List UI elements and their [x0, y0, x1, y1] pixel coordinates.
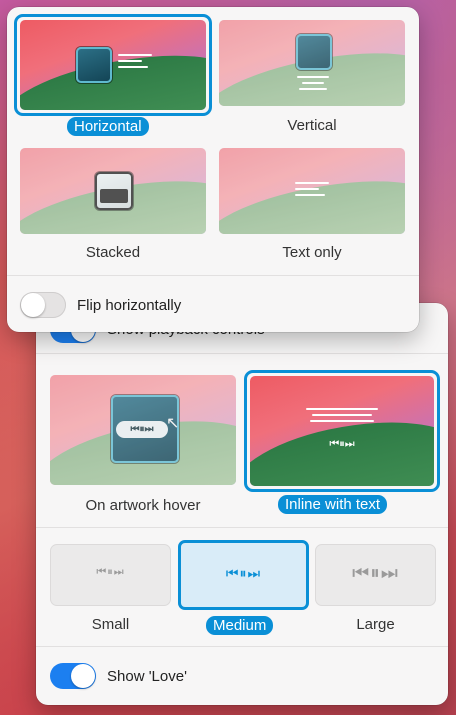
transport-small-icon: ⏮⏸⏭ — [96, 566, 125, 578]
artwork-thumbnail — [76, 47, 112, 83]
layout-vertical-option[interactable] — [219, 20, 405, 106]
stacked-bar-icon — [100, 189, 128, 203]
flip-horizontally-toggle[interactable] — [20, 292, 66, 318]
pointer-cursor-icon: ↖ — [166, 415, 180, 432]
playback-settings-panel: Show playback controls ⏮⏸⏭ ↖ On artwork … — [36, 303, 448, 705]
divider — [7, 275, 419, 276]
text-lines-icon — [306, 408, 378, 426]
size-medium-label: Medium — [206, 616, 274, 635]
size-large-label: Large — [356, 616, 395, 633]
layout-vertical-label: Vertical — [287, 117, 337, 134]
divider — [36, 646, 448, 647]
size-small-option[interactable]: ⏮⏸⏭ — [50, 544, 171, 606]
artwork-thumbnail — [95, 172, 133, 210]
size-small-label: Small — [91, 616, 130, 633]
inline-with-text-label: Inline with text — [278, 495, 388, 514]
on-artwork-hover-label: On artwork hover — [85, 497, 201, 514]
text-lines-icon — [295, 182, 331, 200]
divider — [36, 527, 448, 528]
show-love-toggle[interactable] — [50, 663, 96, 689]
size-large-option[interactable]: ⏮⏸⏭ — [315, 544, 436, 606]
layout-horizontal-label: Horizontal — [67, 117, 149, 136]
inline-with-text-option[interactable]: ⏮⏸⏭ — [250, 376, 434, 486]
flip-horizontally-label: Flip horizontally — [77, 297, 182, 314]
text-lines-icon — [118, 54, 154, 72]
toggle-knob — [21, 293, 45, 317]
wallpaper-hill — [50, 400, 236, 485]
artwork-thumbnail: ⏮⏸⏭ — [111, 395, 179, 463]
wallpaper-hill — [20, 162, 206, 234]
artwork-thumbnail — [296, 34, 332, 70]
on-artwork-hover-option[interactable]: ⏮⏸⏭ ↖ — [50, 375, 236, 485]
wallpaper-hill — [20, 36, 206, 110]
show-love-label: Show 'Love' — [107, 668, 187, 685]
toggle-knob — [71, 664, 95, 688]
divider — [36, 353, 448, 354]
layout-stacked-option[interactable] — [20, 148, 206, 234]
layout-stacked-label: Stacked — [85, 244, 141, 261]
size-medium-option[interactable]: ⏮⏸⏭ — [178, 540, 309, 610]
playback-pill: ⏮⏸⏭ — [116, 421, 168, 438]
layout-settings-panel: Horizontal Vertical Stacked Text only Fl… — [7, 7, 419, 332]
layout-horizontal-option[interactable] — [20, 20, 206, 110]
wallpaper-hill — [219, 34, 405, 106]
wallpaper-hill — [219, 162, 405, 234]
layout-text-only-label: Text only — [282, 244, 342, 261]
text-lines-icon — [297, 76, 329, 94]
transport-medium-icon: ⏮⏸⏭ — [225, 565, 262, 581]
transport-large-icon: ⏮⏸⏭ — [352, 563, 399, 584]
transport-controls-icon: ⏮⏸⏭ — [329, 438, 355, 450]
layout-text-only-option[interactable] — [219, 148, 405, 234]
